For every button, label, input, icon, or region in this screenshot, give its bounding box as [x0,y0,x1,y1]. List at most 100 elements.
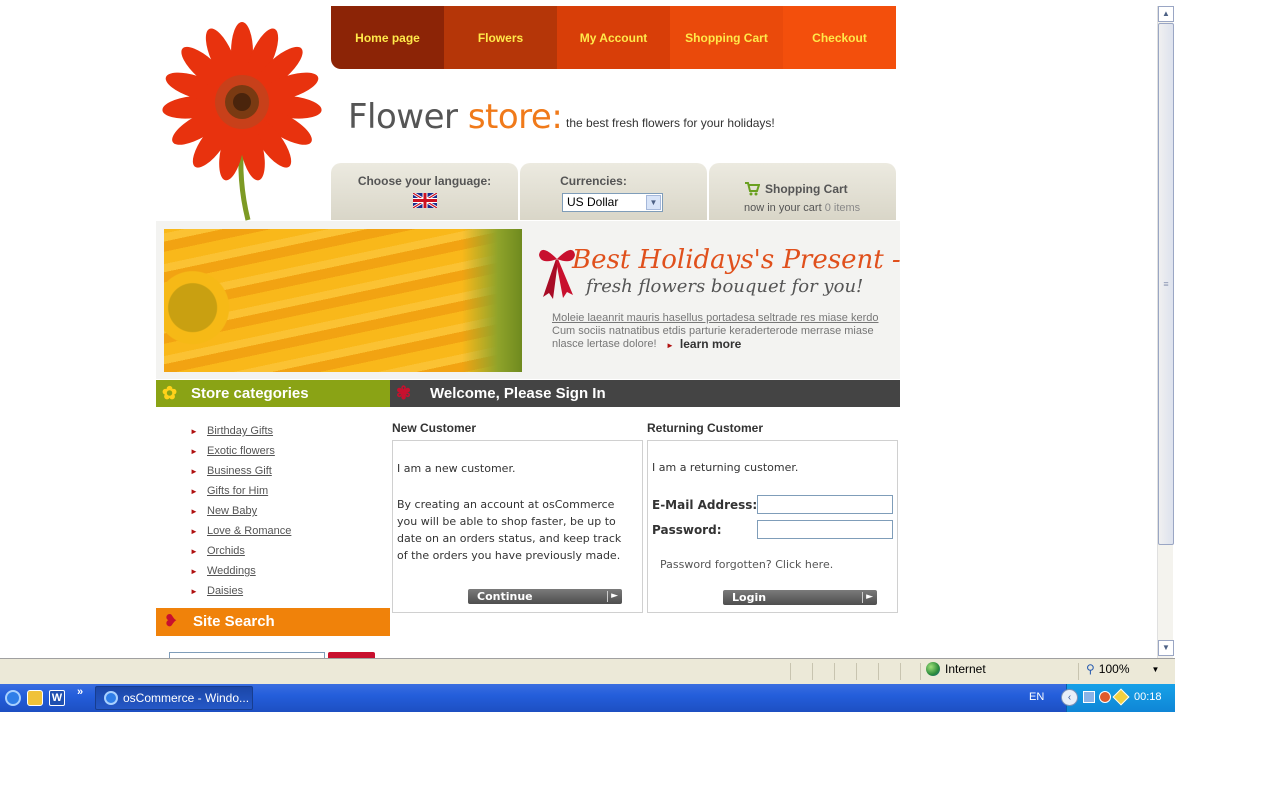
login-label: Login [732,591,767,604]
globe-icon [926,662,940,676]
category-item[interactable]: ► Weddings [190,561,291,581]
nav-my-account[interactable]: My Account [557,6,670,69]
word-quicklaunch-icon[interactable]: W [49,690,65,706]
cart-title[interactable]: Shopping Cart [765,182,848,196]
vertical-scrollbar[interactable]: ▲ ≡ ▼ [1157,6,1174,658]
category-item[interactable]: ► Exotic flowers [190,441,291,461]
cart-prefix: now in your cart [744,202,822,214]
chevron-right-icon: ► [866,592,873,602]
banner-text-line1: Cum sociis natnatibus etdis parturie ker… [552,325,874,337]
email-field[interactable] [757,495,893,514]
scroll-down-icon[interactable]: ▼ [1158,640,1174,656]
bullet-arrow-icon: ► [190,466,198,476]
category-item[interactable]: ► Orchids [190,541,291,561]
bullet-arrow-icon: ► [190,426,198,436]
nav-checkout[interactable]: Checkout [783,6,896,69]
nav-home-page[interactable]: Home page [331,6,444,69]
scrollbar-thumb[interactable]: ≡ [1158,23,1174,545]
ie-icon [104,691,118,705]
bullet-arrow-icon: ► [190,446,198,456]
rose-icon: ✾ [396,383,412,403]
tray-collapse-icon[interactable]: ‹ [1061,689,1078,706]
password-field[interactable] [757,520,893,539]
zone-label: Internet [945,662,986,676]
yellow-flower-image [164,229,522,372]
gerbera-flower-image [162,22,322,221]
returning-customer-box: I am a returning customer. E-Mail Addres… [647,440,898,613]
chevron-down-icon[interactable]: ▼ [646,195,661,210]
update-icon[interactable] [1112,688,1130,706]
categories-header: ✿ Store categories [156,380,390,407]
bullet-arrow-icon: ► [190,526,198,536]
search-title: Site Search [193,613,275,630]
scroll-up-icon[interactable]: ▲ [1158,6,1174,22]
browser-viewport: Home page Flowers My Account Shopping Ca… [0,0,1157,658]
quicklaunch-more-icon[interactable]: » [77,686,83,698]
banner-text-line2: nlasce lertase dolore! [552,338,657,350]
chevron-right-icon: ► [611,591,618,601]
store-tagline: the best fresh flowers for your holidays… [566,116,775,130]
zoom-level: 100% [1098,662,1130,676]
new-customer-description: By creating an account at osCommerce you… [397,498,622,562]
outlook-quicklaunch-icon[interactable] [27,690,43,706]
category-item[interactable]: ► Daisies [190,581,291,601]
leaf-icon: ❥ [164,613,178,630]
ribbon-icon [539,249,575,299]
currency-label: Currencies: [560,174,627,188]
login-button[interactable]: Login ► [723,590,877,605]
password-forgotten-link[interactable]: Password forgotten? Click here. [660,558,833,571]
chevron-down-icon[interactable]: ▼ [1152,665,1160,674]
zoom-control[interactable]: ⚲ 100% ▼ [1086,662,1159,676]
uk-flag-icon[interactable] [411,191,438,210]
window-title: osCommerce - Windo... [123,691,250,705]
currency-selected-value: US Dollar [567,195,619,209]
store-logo[interactable]: Flower store: [348,97,563,137]
main-navigation: Home page Flowers My Account Shopping Ca… [331,6,896,69]
welcome-header: ✾ Welcome, Please Sign In [390,380,900,407]
returning-customer-title: Returning Customer [647,421,764,435]
banner-subtitle: fresh flowers bouquet for you! [586,276,864,297]
taskbar-window-button[interactable]: osCommerce - Windo... [95,686,253,710]
network-icon[interactable] [1083,691,1095,703]
security-alert-icon[interactable] [1099,691,1111,703]
learn-more-label: learn more [679,337,742,351]
banner-link[interactable]: Moleie laeanrit mauris hasellus portades… [552,312,879,324]
status-bar [0,658,1175,684]
bullet-arrow-icon: ► [190,586,198,596]
system-tray: ‹ 00:18 [1061,684,1175,712]
ie-quicklaunch-icon[interactable] [5,690,21,706]
continue-button[interactable]: Continue ► [468,589,622,604]
returning-customer-intro: I am a returning customer. [652,461,799,474]
nav-shopping-cart[interactable]: Shopping Cart [670,6,783,69]
logo-word-store: store: [467,97,563,137]
new-customer-box: I am a new customer. By creating an acco… [392,440,643,613]
category-item[interactable]: ► New Baby [190,501,291,521]
language-tab: Choose your language: [331,163,518,220]
category-list: ► Birthday Gifts ► Exotic flowers ► Busines… [190,421,291,601]
category-item[interactable]: ► Gifts for Him [190,481,291,501]
security-zone[interactable]: Internet [926,662,986,676]
category-item[interactable]: ► Birthday Gifts [190,421,291,441]
nav-flowers[interactable]: Flowers [444,6,557,69]
cart-tab: Shopping Cart now in your cart 0 items [709,163,896,220]
cart-count: 0 items [824,202,861,214]
cart-icon [745,182,760,196]
magnifier-icon: ⚲ [1086,662,1095,676]
category-item[interactable]: ► Business Gift [190,461,291,481]
continue-label: Continue [477,590,533,603]
language-indicator[interactable]: EN [1029,691,1044,703]
banner-title: Best Holidays's Present - [572,245,901,275]
category-item[interactable]: ► Love & Romance [190,521,291,541]
categories-title: Store categories [191,385,309,402]
search-header: ❥ Site Search [156,608,390,636]
arrow-right-icon: ► [666,341,674,350]
currency-select[interactable]: US Dollar ▼ [562,193,663,212]
bullet-arrow-icon: ► [190,506,198,516]
bullet-arrow-icon: ► [190,566,198,576]
password-label: Password: [652,523,722,537]
welcome-title: Welcome, Please Sign In [430,385,606,402]
logo-word-flower: Flower [348,97,458,137]
learn-more-link[interactable]: ► learn more [666,337,741,351]
new-customer-title: New Customer [392,421,477,435]
bullet-arrow-icon: ► [190,486,198,496]
